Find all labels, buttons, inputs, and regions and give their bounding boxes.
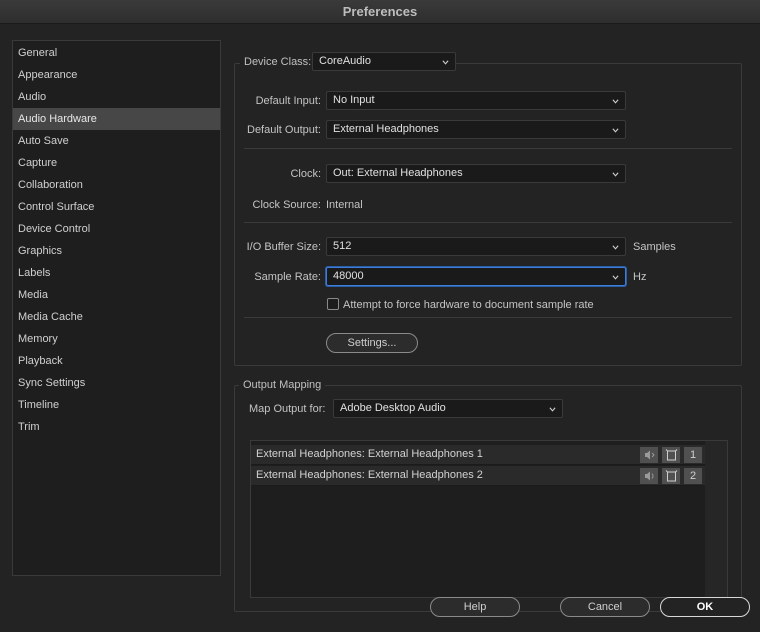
sidebar-item-playback[interactable]: Playback	[13, 350, 220, 372]
force-sample-rate-checkbox[interactable]	[327, 298, 339, 310]
speaker-toggle[interactable]	[639, 467, 659, 485]
clock-value: Out: External Headphones	[333, 167, 463, 179]
sidebar-item-collaboration[interactable]: Collaboration	[13, 174, 220, 196]
sidebar-item-trim[interactable]: Trim	[13, 416, 220, 438]
channel-number[interactable]: 1	[683, 446, 703, 464]
preferences-sidebar: General Appearance Audio Audio Hardware …	[12, 40, 221, 576]
device-class-value: CoreAudio	[319, 55, 371, 67]
sidebar-item-labels[interactable]: Labels	[13, 262, 220, 284]
output-mapping-legend: Output Mapping	[239, 379, 326, 391]
window-title: Preferences	[0, 0, 760, 24]
clock-source-value: Internal	[326, 199, 363, 211]
sample-rate-unit: Hz	[633, 271, 647, 283]
chevron-down-icon	[612, 172, 619, 177]
clock-label: Clock:	[290, 168, 321, 180]
force-sample-rate-label: Attempt to force hardware to document sa…	[343, 299, 594, 311]
map-output-value: Adobe Desktop Audio	[340, 402, 446, 414]
pin-icon	[665, 470, 678, 482]
mapping-row-name: External Headphones: External Headphones…	[256, 469, 483, 481]
sample-rate-select[interactable]: 48000	[326, 267, 626, 286]
default-input-value: No Input	[333, 94, 375, 106]
chevron-down-icon	[612, 128, 619, 133]
sample-rate-label: Sample Rate:	[254, 271, 321, 283]
device-class-label: Device Class:	[240, 56, 316, 68]
sidebar-item-timeline[interactable]: Timeline	[13, 394, 220, 416]
sidebar-item-audio-hardware[interactable]: Audio Hardware	[13, 108, 220, 130]
sidebar-item-media[interactable]: Media	[13, 284, 220, 306]
settings-button[interactable]: Settings...	[326, 333, 418, 353]
sidebar-item-capture[interactable]: Capture	[13, 152, 220, 174]
device-class-select[interactable]: CoreAudio	[312, 52, 456, 71]
default-output-select[interactable]: External Headphones	[326, 120, 626, 139]
divider	[244, 222, 732, 223]
divider	[244, 148, 732, 149]
sidebar-item-audio[interactable]: Audio	[13, 86, 220, 108]
sidebar-item-media-cache[interactable]: Media Cache	[13, 306, 220, 328]
default-input-label: Default Input:	[255, 95, 321, 107]
chevron-down-icon	[612, 99, 619, 104]
pin-toggle[interactable]	[661, 467, 681, 485]
sidebar-item-appearance[interactable]: Appearance	[13, 64, 220, 86]
chevron-down-icon	[549, 407, 556, 412]
clock-select[interactable]: Out: External Headphones	[326, 164, 626, 183]
channel-number[interactable]: 2	[683, 467, 703, 485]
sidebar-item-device-control[interactable]: Device Control	[13, 218, 220, 240]
ok-button[interactable]: OK	[660, 597, 750, 617]
sidebar-item-memory[interactable]: Memory	[13, 328, 220, 350]
sidebar-item-sync-settings[interactable]: Sync Settings	[13, 372, 220, 394]
sidebar-item-general[interactable]: General	[13, 42, 220, 64]
speaker-toggle[interactable]	[639, 446, 659, 464]
chevron-down-icon	[612, 245, 619, 250]
table-row: External Headphones: External Headphones…	[251, 466, 727, 486]
default-output-value: External Headphones	[333, 123, 439, 135]
default-input-select[interactable]: No Input	[326, 91, 626, 110]
clock-source-label: Clock Source:	[252, 199, 321, 211]
buffer-size-label: I/O Buffer Size:	[246, 241, 321, 253]
table-row: External Headphones: External Headphones…	[251, 445, 727, 465]
speaker-icon	[645, 450, 655, 460]
speaker-icon	[645, 471, 654, 481]
buffer-size-unit: Samples	[633, 241, 676, 253]
output-mapping-list: External Headphones: External Headphones…	[250, 440, 728, 598]
pin-icon	[665, 449, 678, 461]
sidebar-item-auto-save[interactable]: Auto Save	[13, 130, 220, 152]
chevron-down-icon	[612, 275, 619, 280]
map-output-label: Map Output for:	[249, 403, 326, 415]
buffer-size-value: 512	[333, 240, 352, 252]
divider	[244, 317, 732, 318]
map-output-select[interactable]: Adobe Desktop Audio	[333, 399, 563, 418]
sample-rate-value: 48000	[333, 270, 364, 282]
list-scrollbar[interactable]	[705, 441, 727, 597]
chevron-down-icon	[442, 60, 449, 65]
sidebar-item-graphics[interactable]: Graphics	[13, 240, 220, 262]
mapping-row-name: External Headphones: External Headphones…	[256, 448, 483, 460]
buffer-size-select[interactable]: 512	[326, 237, 626, 256]
default-output-label: Default Output:	[247, 124, 321, 136]
help-button[interactable]: Help	[430, 597, 520, 617]
sidebar-item-control-surface[interactable]: Control Surface	[13, 196, 220, 218]
cancel-button[interactable]: Cancel	[560, 597, 650, 617]
pin-toggle[interactable]	[661, 446, 681, 464]
